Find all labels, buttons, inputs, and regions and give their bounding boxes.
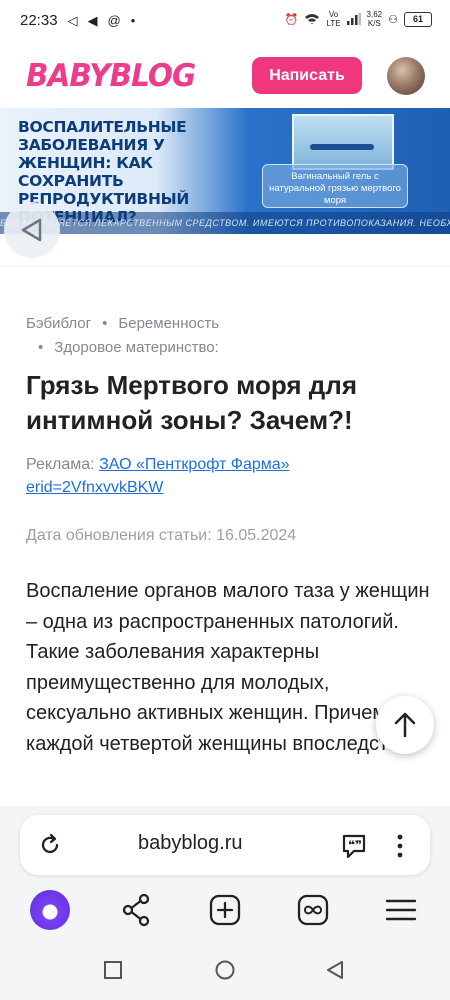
chat-quote-icon[interactable]: ❝❞ — [340, 832, 368, 860]
breadcrumb-line-2: • Здоровое материнство: — [38, 339, 219, 356]
signal-icon — [346, 13, 361, 25]
banner-product-tag: Вагинальный гель с натуральной грязью ме… — [262, 164, 408, 208]
status-bar: 22:33 ◁ ◀ @ • ⏰ Vo LTE 3,62 K/S ⚇ 61 — [0, 0, 450, 44]
scroll-top-icon — [394, 712, 416, 738]
babyblog-logo[interactable]: BABYBLOG — [26, 58, 196, 94]
recents-icon[interactable] — [103, 960, 123, 980]
back-icon — [21, 218, 42, 242]
more-vert-icon[interactable] — [392, 832, 408, 860]
battery-icon: 61 — [404, 11, 432, 27]
ad-erid-link[interactable]: erid=2VfnxvvkBKW — [26, 479, 163, 496]
back-nav-icon[interactable] — [325, 960, 345, 980]
update-date: Дата обновления статьи: 16.05.2024 — [26, 527, 297, 544]
share-icon[interactable] — [121, 892, 151, 928]
alice-icon[interactable] — [30, 890, 70, 930]
net-speed: 3,62 K/S — [366, 10, 383, 28]
menu-icon[interactable] — [385, 892, 417, 928]
reload-icon[interactable] — [38, 833, 62, 857]
ad-label: Реклама: — [26, 456, 95, 473]
scroll-top-button[interactable] — [376, 696, 434, 754]
back-button[interactable] — [4, 202, 60, 258]
wifi-icon — [305, 14, 320, 25]
dot-icon: • — [130, 13, 136, 28]
status-time: 22:33 — [20, 12, 58, 29]
product-image — [292, 114, 394, 170]
ad-banner[interactable]: ВОСПАЛИТЕЛЬНЫЕ ЗАБОЛЕВАНИЯ У ЖЕНЩИН: КАК… — [0, 108, 450, 234]
banner-disclaimer: БАД НЕ ЯВЛЯЕТСЯ ЛЕКАРСТВЕННЫМ СРЕДСТВОМ.… — [0, 212, 450, 234]
vibrate-icon: ⚇ — [388, 13, 398, 26]
breadcrumb: Бэбиблог • Беременность — [26, 315, 220, 332]
ad-company-link[interactable]: ЗАО «Пенткрофт Фарма» — [99, 456, 289, 473]
ad-info: Реклама: ЗАО «Пенткрофт Фарма» erid=2Vfn… — [26, 453, 426, 499]
volte-icon: Vo LTE — [326, 10, 341, 28]
tabs-icon[interactable] — [297, 892, 329, 928]
send-icon-2: ◀ — [87, 12, 98, 28]
breadcrumb-item-babyblog[interactable]: Бэбиблог — [26, 315, 91, 332]
breadcrumb-item-motherhood[interactable]: Здоровое материнство: — [54, 339, 219, 356]
banner-title: ВОСПАЛИТЕЛЬНЫЕ ЗАБОЛЕВАНИЯ У ЖЕНЩИН: КАК… — [18, 118, 190, 226]
page-title: Грязь Мертвого моря для интимной зоны? З… — [26, 370, 357, 435]
home-icon[interactable] — [214, 960, 236, 982]
new-tab-icon[interactable] — [209, 892, 241, 928]
breadcrumb-item-pregnancy[interactable]: Беременность — [118, 315, 219, 332]
article-body: Воспаление органов малого таза у женщин … — [26, 580, 430, 755]
send-icon: ◁ — [67, 12, 78, 28]
at-icon: @ — [107, 13, 121, 28]
url-text[interactable]: babyblog.ru — [138, 832, 243, 855]
site-header: BABYBLOG Написать — [0, 44, 450, 108]
avatar[interactable] — [387, 57, 425, 95]
alarm-icon: ⏰ — [284, 13, 299, 26]
svg-text:❝❞: ❝❞ — [348, 838, 362, 852]
write-button[interactable]: Написать — [252, 57, 362, 94]
